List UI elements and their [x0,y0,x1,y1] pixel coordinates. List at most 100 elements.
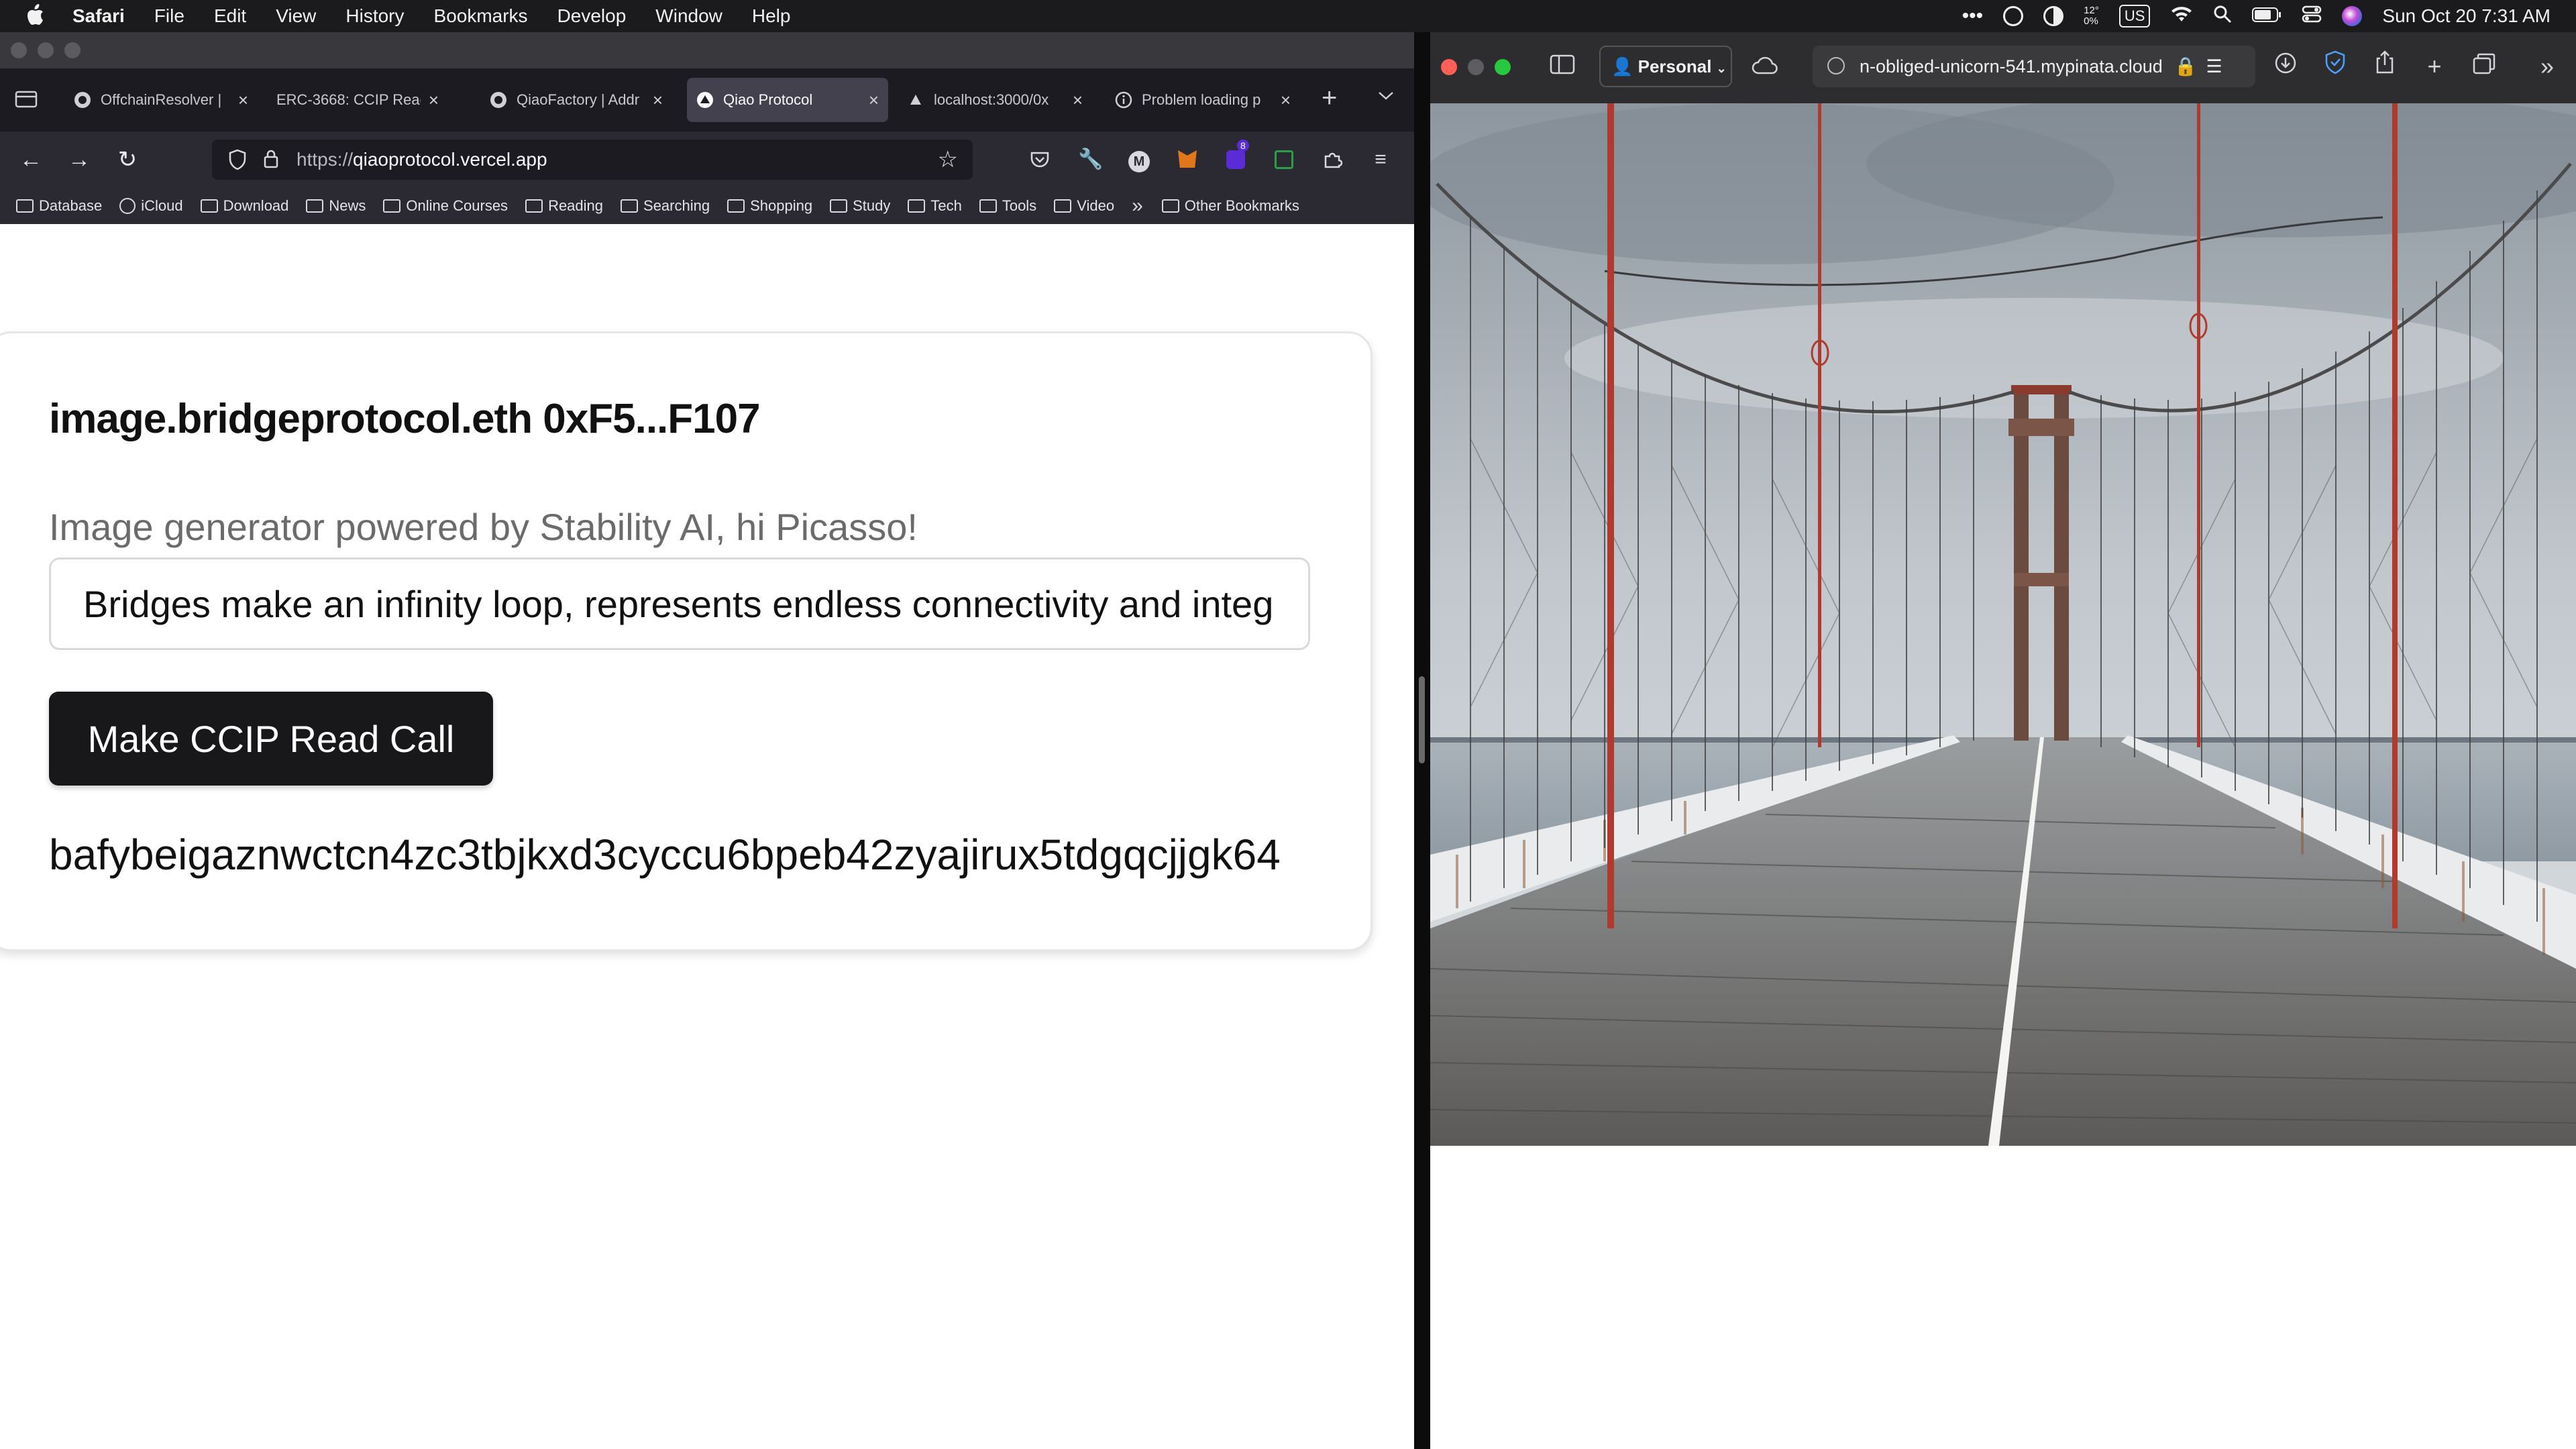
spotlight-search-icon[interactable] [2213,5,2232,28]
zoom-window-button[interactable] [64,42,80,58]
menu-bookmarks[interactable]: Bookmarks [434,4,528,28]
github-icon [74,91,91,109]
split-view-divider[interactable] [1414,32,1430,1449]
tab-overview-icon[interactable] [15,89,38,112]
minimize-window-button[interactable] [1468,59,1484,75]
m-extension-icon[interactable]: M [1123,144,1155,176]
minimize-window-button[interactable] [38,42,54,58]
bookmark-online-courses[interactable]: Online Courses [383,197,508,215]
tab-strip: OffchainResolver | × ERC-3668: CCIP Read… [0,68,1414,131]
moon-phase-icon[interactable] [2043,6,2064,26]
url-domain: qiaoprotocol.vercel.app [353,149,547,170]
new-tab-icon[interactable]: + [1322,83,1337,113]
menu-window[interactable]: Window [655,4,722,28]
prompt-input[interactable] [49,557,1310,650]
share-icon[interactable] [2368,50,2402,83]
tab-close-icon[interactable]: × [869,90,879,111]
safari-address-bar[interactable]: n-obliged-unicorn-541.mypinata.cloud 🔒 ☰ [1813,46,2255,87]
close-window-button[interactable] [11,42,27,58]
bookmark-reading[interactable]: Reading [525,197,603,215]
tab-title: ERC-3668: CCIP Read [276,91,421,108]
left-browser-window: OffchainResolver | × ERC-3668: CCIP Read… [0,32,1414,1449]
reader-icon[interactable]: ☰ [2206,56,2222,76]
tab-overview-icon[interactable] [2467,50,2501,83]
bookmark-icloud[interactable]: iCloud [119,197,183,215]
lock-icon[interactable] [263,140,279,183]
bookmark-other-bookmarks[interactable]: Other Bookmarks [1161,197,1299,215]
tab-close-icon[interactable]: × [653,90,663,111]
bookmark-tools[interactable]: Tools [979,197,1036,215]
extension-purple-icon[interactable]: 8 [1220,140,1252,176]
downloads-icon[interactable] [2269,50,2302,83]
make-ccip-read-call-button[interactable]: Make CCIP Read Call [49,692,493,786]
input-source[interactable]: US [2118,5,2151,28]
wifi-icon[interactable] [2170,5,2193,28]
menu-file[interactable]: File [154,4,184,28]
menu-help[interactable]: Help [752,4,791,28]
bookmark-label: Other Bookmarks [1184,197,1299,214]
siri-icon[interactable] [2342,6,2363,26]
extensions-puzzle-icon[interactable] [1316,144,1348,176]
bookmark-download[interactable]: Download [200,197,288,215]
close-window-button[interactable] [1441,59,1457,75]
tracking-shield-icon[interactable] [228,140,247,184]
toolbar-overflow-chevron-icon[interactable]: » [2530,50,2564,83]
sidebar-toggle-icon[interactable] [1546,50,1579,83]
split-view-handle[interactable] [1419,676,1425,763]
wrench-icon[interactable]: 🔧 [1075,144,1107,176]
activity-ring-icon[interactable] [2003,6,2024,26]
window-title-bar[interactable] [0,32,1414,68]
zoom-window-button[interactable] [1495,59,1511,75]
apple-menu-icon[interactable] [27,4,44,30]
control-center-icon[interactable] [2302,5,2322,28]
back-arrow-icon[interactable]: ← [15,144,47,176]
battery-icon[interactable] [2252,5,2282,27]
reload-icon[interactable]: ↻ [111,144,144,176]
menu-develop[interactable]: Develop [557,4,627,28]
bookmark-star-icon[interactable]: ☆ [938,140,958,180]
bookmark-shopping[interactable]: Shopping [727,197,812,215]
tab-qiao-factory[interactable]: QiaoFactory | Addr × [480,78,672,122]
icloud-tabs-icon[interactable] [1748,50,1782,83]
tab-close-icon[interactable]: × [1281,90,1291,111]
extension-green-icon[interactable] [1268,144,1300,176]
pocket-icon[interactable] [1024,144,1056,176]
address-bar[interactable]: https://qiaoprotocol.vercel.app ☆ [212,140,973,180]
tab-erc-3668[interactable]: ERC-3668: CCIP Read × [267,78,448,122]
more-dots-icon[interactable]: ••• [1962,5,1984,28]
url-prefix: https:// [297,149,354,170]
weather-widget[interactable]: 12° 0% [2084,5,2099,27]
bookmark-database[interactable]: Database [16,197,102,215]
folder-icon [830,199,848,213]
menubar-clock[interactable]: Sun Oct 20 7:31 AM [2382,5,2551,27]
menu-view[interactable]: View [276,4,316,28]
vercel-icon [696,91,714,109]
bookmark-searching[interactable]: Searching [621,197,710,215]
bookmark-tech[interactable]: Tech [908,197,962,215]
new-tab-icon[interactable]: + [2418,50,2451,83]
profile-selector[interactable]: 👤 Personal ⌄ [1599,46,1732,87]
menu-edit[interactable]: Edit [214,4,246,28]
forward-arrow-icon[interactable]: → [63,144,95,176]
tab-localhost[interactable]: localhost:3000/0x × [898,78,1092,122]
folder-icon [908,199,926,213]
tab-list-chevron-icon[interactable] [1377,86,1395,108]
generated-bridge-image [1430,90,2576,1146]
privacy-shield-icon[interactable] [2318,50,2352,83]
bookmark-study[interactable]: Study [830,197,890,215]
folder-icon [525,199,543,213]
metamask-fox-icon[interactable] [1171,144,1203,176]
menu-app-name[interactable]: Safari [72,4,125,28]
tab-close-icon[interactable]: × [238,90,248,111]
bookmark-news[interactable]: News [306,197,366,215]
bookmark-label: Video [1077,197,1115,214]
tab-problem-loading[interactable]: Problem loading p × [1106,78,1300,122]
tab-qiao-protocol[interactable]: Qiao Protocol × [687,78,888,122]
tab-close-icon[interactable]: × [429,90,439,111]
tab-close-icon[interactable]: × [1073,90,1083,111]
menu-history[interactable]: History [345,4,404,28]
tab-offchain-resolver[interactable]: OffchainResolver | × [64,78,258,122]
bookmark-video[interactable]: Video [1054,197,1114,215]
bookmarks-overflow-chevron-icon[interactable]: » [1132,195,1143,217]
app-menu-icon[interactable]: ≡ [1364,144,1397,176]
